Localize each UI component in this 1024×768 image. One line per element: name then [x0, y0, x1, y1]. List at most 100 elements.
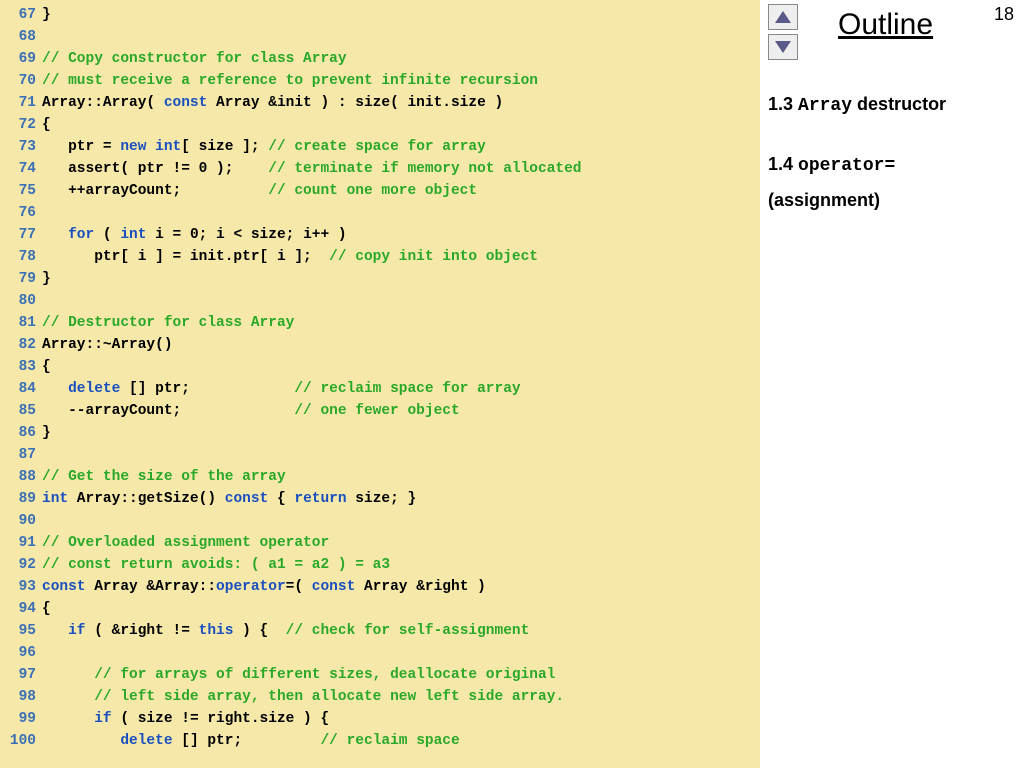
code-panel: 67}6869// Copy constructor for class Arr… — [0, 0, 760, 768]
line-number: 68 — [8, 26, 36, 48]
code-text: { — [268, 491, 294, 507]
code-line: 79} — [0, 268, 760, 290]
code-line: 92 // const return avoids: ( a1 = a2 ) = … — [0, 554, 760, 576]
keyword-text: int — [42, 491, 68, 507]
code-text — [146, 139, 155, 155]
code-line: 84 delete [] ptr; // reclaim space for a… — [0, 378, 760, 400]
code-line: 100 delete [] ptr; // reclaim space — [0, 730, 760, 752]
code-text: --arrayCount; — [42, 403, 294, 419]
code-line: 96 — [0, 642, 760, 664]
code-line: 80 — [0, 290, 760, 312]
line-number: 84 — [8, 378, 36, 400]
page-number: 18 — [994, 4, 1014, 25]
line-number: 70 — [8, 70, 36, 92]
code-text: ++arrayCount; — [42, 183, 268, 199]
line-number: 76 — [8, 202, 36, 224]
comment-text: // const return avoids: ( a1 = a2 ) = a3 — [42, 557, 390, 573]
code-line: 67} — [0, 4, 760, 26]
keyword-text: operator — [216, 579, 286, 595]
code-text: ptr[ i ] = init.ptr[ i ]; — [42, 249, 329, 265]
keyword-text: if — [94, 711, 111, 727]
line-number: 77 — [8, 224, 36, 246]
line-number: 82 — [8, 334, 36, 356]
code-text: ( size != right.size ) { — [112, 711, 330, 727]
line-number: 80 — [8, 290, 36, 312]
keyword-text: this — [199, 623, 234, 639]
line-number: 94 — [8, 598, 36, 620]
code-line: 87 — [0, 444, 760, 466]
triangle-down-icon — [775, 41, 791, 53]
code-text — [42, 711, 94, 727]
line-number: 90 — [8, 510, 36, 532]
keyword-text: if — [68, 623, 85, 639]
code-line: 74 assert( ptr != 0 ); // terminate if m… — [0, 158, 760, 180]
code-text: [ size ]; — [181, 139, 268, 155]
keyword-text: delete — [120, 733, 172, 749]
next-slide-button[interactable] — [768, 34, 798, 60]
code-line: 98 // left side array, then allocate new… — [0, 686, 760, 708]
code-line: 76 — [0, 202, 760, 224]
keyword-text: const — [164, 95, 208, 111]
code-line: 99 if ( size != right.size ) { — [0, 708, 760, 730]
comment-text: // create space for array — [268, 139, 486, 155]
line-number: 93 — [8, 576, 36, 598]
comment-text: // for arrays of different sizes, deallo… — [94, 667, 555, 683]
comment-text: // must receive a reference to prevent i… — [42, 73, 538, 89]
code-text — [42, 733, 120, 749]
line-number: 79 — [8, 268, 36, 290]
comment-text: // left side array, then allocate new le… — [94, 689, 564, 705]
code-text: ) { — [233, 623, 285, 639]
code-line: 86} — [0, 422, 760, 444]
keyword-text: const — [42, 579, 86, 595]
comment-text: // Overloaded assignment operator — [42, 535, 329, 551]
prev-slide-button[interactable] — [768, 4, 798, 30]
line-number: 85 — [8, 400, 36, 422]
code-line: 93const Array &Array::operator=( const A… — [0, 576, 760, 598]
code-text: Array &init ) : size( init.size ) — [207, 95, 503, 111]
code-line: 70 // must receive a reference to prevent… — [0, 70, 760, 92]
comment-text: // check for self-assignment — [286, 623, 530, 639]
code-line: 97 // for arrays of different sizes, dea… — [0, 664, 760, 686]
line-number: 97 — [8, 664, 36, 686]
line-number: 72 — [8, 114, 36, 136]
code-line: 69 // Copy constructor for class Array — [0, 48, 760, 70]
comment-text: // Copy constructor for class Array — [42, 51, 347, 67]
code-text — [42, 689, 94, 705]
line-number: 98 — [8, 686, 36, 708]
code-text — [42, 381, 68, 397]
code-line: 85 --arrayCount; // one fewer object — [0, 400, 760, 422]
line-number: 96 — [8, 642, 36, 664]
code-text: Array::getSize() — [68, 491, 225, 507]
code-line: 71Array::Array( const Array &init ) : si… — [0, 92, 760, 114]
keyword-text: int — [120, 227, 146, 243]
code-line: 81// Destructor for class Array — [0, 312, 760, 334]
code-line: 78 ptr[ i ] = init.ptr[ i ]; // copy ini… — [0, 246, 760, 268]
code-text: { — [42, 601, 51, 617]
comment-text: // one fewer object — [294, 403, 459, 419]
code-line: 91// Overloaded assignment operator — [0, 532, 760, 554]
line-number: 69 — [8, 48, 36, 70]
code-line: 75 ++arrayCount; // count one more objec… — [0, 180, 760, 202]
outline-item-1: 1.3 Array destructor — [768, 90, 946, 120]
code-line: 72{ — [0, 114, 760, 136]
keyword-text: const — [312, 579, 356, 595]
code-text: } — [42, 425, 51, 441]
code-line: 68 — [0, 26, 760, 48]
comment-text: // count one more object — [268, 183, 477, 199]
triangle-up-icon — [775, 11, 791, 23]
code-text: Array &Array:: — [86, 579, 217, 595]
line-number: 74 — [8, 158, 36, 180]
comment-text: // Destructor for class Array — [42, 315, 294, 331]
comment-text: // reclaim space — [320, 733, 459, 749]
code-text: ( &right != — [86, 623, 199, 639]
code-text: ptr = — [42, 139, 120, 155]
comment-text: // Get the size of the array — [42, 469, 286, 485]
side-panel: 18 Outline 1.3 Array destructor 1.4 oper… — [760, 0, 1024, 768]
code-text: Array &right ) — [355, 579, 486, 595]
line-number: 95 — [8, 620, 36, 642]
line-number: 92 — [8, 554, 36, 576]
line-number: 67 — [8, 4, 36, 26]
nav-buttons — [768, 4, 798, 64]
keyword-text: return — [294, 491, 346, 507]
code-text — [42, 667, 94, 683]
